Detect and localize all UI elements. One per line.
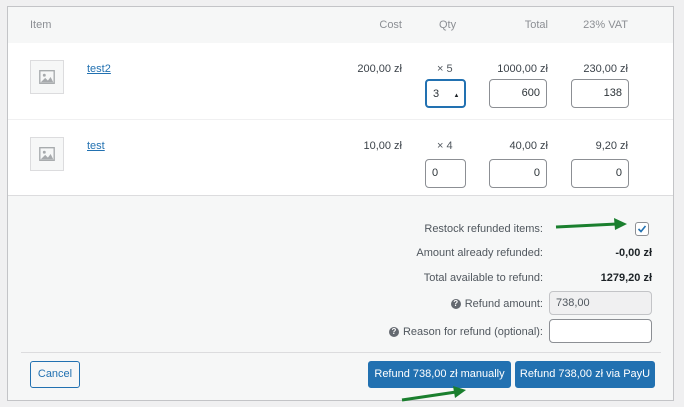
annotation-overlay: [401, 218, 627, 402]
annotation-arrow-icon: [401, 386, 466, 402]
annotation-arrow-icon: [555, 218, 627, 230]
